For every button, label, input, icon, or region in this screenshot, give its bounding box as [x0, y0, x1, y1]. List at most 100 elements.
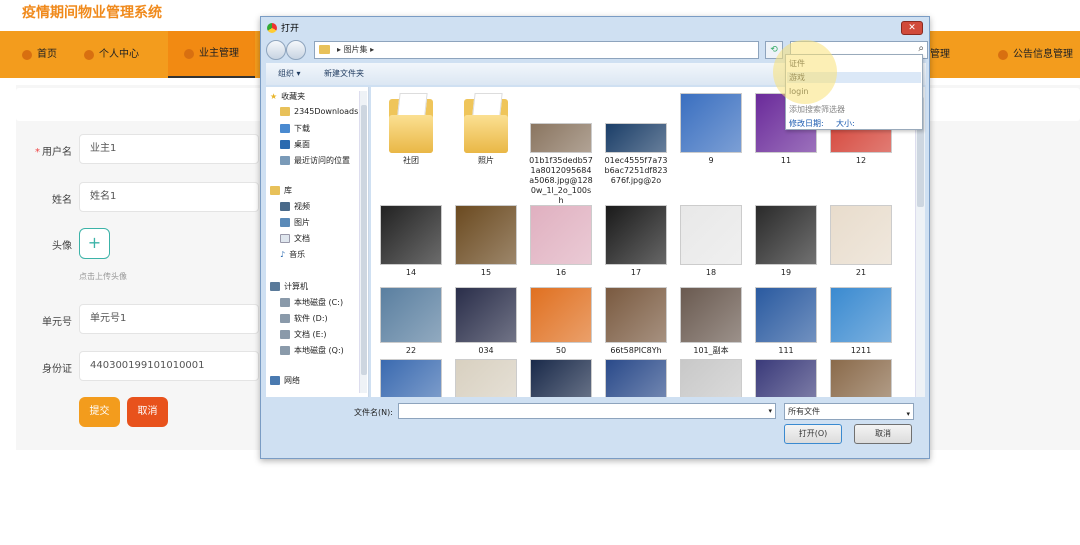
- submit-button[interactable]: 提交: [79, 397, 120, 427]
- file-item[interactable]: 66t58PIC8Yh: [604, 287, 668, 356]
- download-icon: [280, 124, 290, 133]
- address-bar[interactable]: ▸ 图片集 ▸: [314, 41, 759, 59]
- file-item[interactable]: 1211: [829, 287, 893, 356]
- file-item[interactable]: 18: [679, 205, 743, 278]
- nav-owners[interactable]: 业主管理: [168, 31, 255, 78]
- file-item[interactable]: 034: [454, 287, 518, 356]
- folder-item[interactable]: 社团: [379, 93, 443, 166]
- file-item[interactable]: [604, 359, 668, 397]
- favorites-header[interactable]: ★ 收藏夹: [270, 91, 305, 102]
- document-icon: [280, 234, 290, 243]
- file-item[interactable]: 101_副本: [679, 287, 743, 356]
- filetype-select[interactable]: 所有文件 ▾: [784, 403, 914, 420]
- file-item[interactable]: [754, 359, 818, 397]
- file-item[interactable]: 01b1f35dedb571a8012095684a5068.jpg@1280w…: [529, 93, 593, 206]
- nav-pane-scrollbar[interactable]: [359, 91, 367, 393]
- avatar-hint: 点击上传头像: [79, 272, 127, 281]
- dialog-cancel-button[interactable]: 取消: [854, 424, 912, 444]
- nav-item-drive-e[interactable]: 文档 (E:): [280, 329, 327, 340]
- file-item[interactable]: 14: [379, 205, 443, 278]
- image-thumbnail: [530, 287, 592, 343]
- folder-icon: [319, 45, 330, 54]
- nav-item-documents[interactable]: 文档: [280, 233, 310, 244]
- file-name: 17: [630, 268, 642, 277]
- file-item[interactable]: 16: [529, 205, 593, 278]
- file-item[interactable]: 15: [454, 205, 518, 278]
- nav-item-downloads[interactable]: 下载: [280, 123, 310, 134]
- new-folder-button[interactable]: 新建文件夹: [324, 68, 364, 79]
- image-thumbnail: [755, 359, 817, 397]
- forward-button[interactable]: [286, 40, 306, 60]
- image-thumbnail: [530, 359, 592, 397]
- nav-item-desktop[interactable]: 桌面: [280, 139, 310, 150]
- file-item[interactable]: 9: [679, 93, 743, 166]
- library-header[interactable]: 库: [270, 185, 292, 196]
- image-thumbnail: [605, 205, 667, 265]
- nav-item-drive-q[interactable]: 本地磁盘 (Q:): [280, 345, 344, 356]
- nav-manage[interactable]: 管理: [930, 31, 950, 78]
- nav-item-drive-d[interactable]: 软件 (D:): [280, 313, 328, 324]
- label-username: * 用户名: [35, 147, 72, 158]
- file-name: 111: [778, 346, 794, 355]
- nav-item-music[interactable]: ♪ 音乐: [280, 249, 305, 260]
- file-item[interactable]: 111: [754, 287, 818, 356]
- label-avatar: 头像: [52, 241, 72, 252]
- file-list-scrollbar[interactable]: [915, 87, 925, 397]
- file-item[interactable]: [829, 359, 893, 397]
- file-item[interactable]: [379, 359, 443, 397]
- folder-item[interactable]: 照片: [454, 93, 518, 166]
- image-thumbnail: [830, 359, 892, 397]
- back-button[interactable]: [266, 40, 286, 60]
- folder-icon: [389, 93, 433, 153]
- network-header[interactable]: 网络: [270, 375, 300, 386]
- file-item[interactable]: [454, 359, 518, 397]
- computer-header[interactable]: 计算机: [270, 281, 308, 292]
- file-name: 11: [780, 156, 792, 165]
- image-thumbnail: [680, 93, 742, 153]
- cancel-button[interactable]: 取消: [127, 397, 168, 427]
- username-input[interactable]: 业主1: [79, 134, 259, 164]
- filter-date[interactable]: 修改日期:: [789, 118, 824, 129]
- avatar-upload-button[interactable]: +: [79, 228, 110, 259]
- nav-label: 管理: [930, 49, 950, 60]
- notice-icon: [998, 49, 1008, 60]
- image-thumbnail: [680, 359, 742, 397]
- name-input[interactable]: 姓名1: [79, 182, 259, 212]
- file-name: 50: [555, 346, 567, 355]
- nav-item-downloads2345[interactable]: 2345Downloads: [280, 107, 358, 116]
- file-name: 15: [480, 268, 492, 277]
- dialog-close-button[interactable]: ✕: [901, 21, 923, 35]
- file-name: 16: [555, 268, 567, 277]
- library-icon: [270, 186, 280, 195]
- cursor-highlight: [773, 40, 837, 104]
- file-item[interactable]: 19: [754, 205, 818, 278]
- unit-input[interactable]: 单元号1: [79, 304, 259, 334]
- file-item[interactable]: 21: [829, 205, 893, 278]
- picture-icon: [280, 218, 290, 227]
- drive-icon: [280, 298, 290, 307]
- file-name: 12: [855, 156, 867, 165]
- nav-home[interactable]: 首页: [22, 31, 57, 78]
- nav-item-videos[interactable]: 视频: [280, 201, 310, 212]
- file-item[interactable]: [679, 359, 743, 397]
- file-item[interactable]: 50: [529, 287, 593, 356]
- organize-menu[interactable]: 组织 ▾: [278, 68, 301, 79]
- nav-item-drive-c[interactable]: 本地磁盘 (C:): [280, 297, 343, 308]
- filter-size[interactable]: 大小:: [836, 118, 855, 129]
- image-thumbnail: [755, 205, 817, 265]
- search-icon: ⌕: [918, 43, 924, 54]
- image-thumbnail: [680, 205, 742, 265]
- file-item[interactable]: 01ec4555f7a73b6ac7251df823676f.jpg@2o: [604, 93, 668, 186]
- filename-input[interactable]: ▾: [398, 403, 776, 419]
- file-item[interactable]: 22: [379, 287, 443, 356]
- nav-item-recent[interactable]: 最近访问的位置: [280, 155, 350, 166]
- nav-notices[interactable]: 公告信息管理: [998, 31, 1073, 78]
- label-idcard: 身份证: [42, 364, 72, 375]
- file-item[interactable]: 17: [604, 205, 668, 278]
- star-icon: ★: [270, 92, 278, 101]
- nav-item-pictures[interactable]: 图片: [280, 217, 310, 228]
- file-item[interactable]: [529, 359, 593, 397]
- nav-profile[interactable]: 个人中心: [84, 31, 139, 78]
- open-button[interactable]: 打开(O): [784, 424, 842, 444]
- idcard-input[interactable]: 440300199101010001: [79, 351, 259, 381]
